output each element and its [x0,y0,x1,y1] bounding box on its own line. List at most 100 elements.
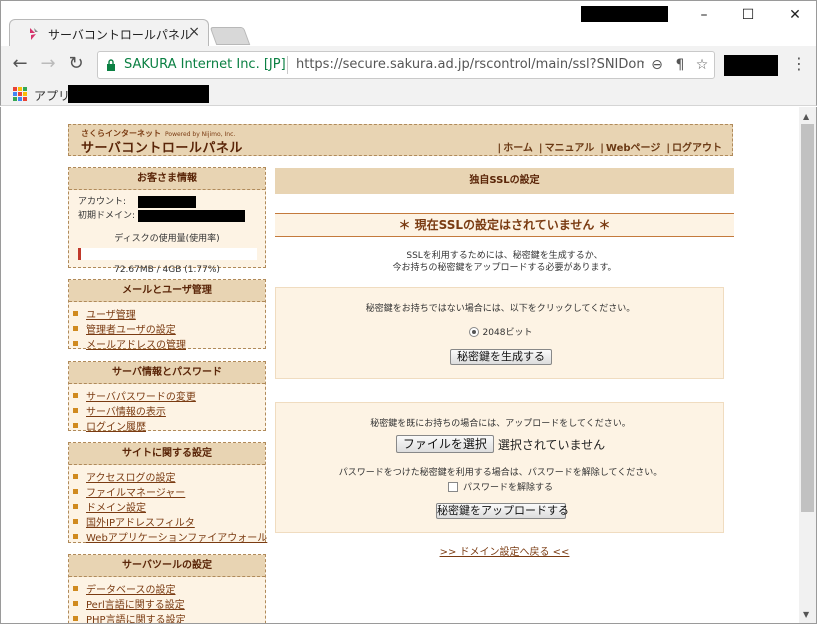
redacted-extension [724,55,778,76]
sidebar-item-label: 管理者ユーザの設定 [86,325,176,336]
sidebar-item-file-manager[interactable]: ファイルマネージャー [73,484,265,499]
redacted-account [138,196,196,208]
disk-usage-label: ディスクの使用量(使用率) [114,234,220,244]
minimize-button[interactable]: – [690,5,718,25]
account-row: アカウント: [69,195,265,209]
sidebar-item-waf[interactable]: Webアプリケーションファイアウォール [73,529,268,544]
sidebar-item-label: PHP言語に関する設定 [86,615,186,624]
upload-key-panel: 秘密鍵を既にお持ちの場合には、アップロードをしてください。 ファイルを選択 選択さ… [275,402,724,533]
account-label: アカウント: [78,197,127,207]
bullet-icon [73,408,78,413]
pin-icon[interactable]: ¶ [671,56,689,74]
bullet-icon [73,519,78,524]
page-viewport: ▲ ▼ さくらインターネット Powered by Nijimo, Inc. サー… [0,107,817,624]
header-link-home[interactable]: ホーム [498,139,533,154]
choose-file-button[interactable]: ファイルを選択 [395,435,494,453]
back-arrow-icon[interactable]: ← [10,55,30,75]
sidebar-item-login-history[interactable]: ログイン履歴 [73,418,265,433]
intro-line-2: 今お持ちの秘密鍵をアップロードする必要があります。 [392,263,617,273]
bullet-icon [73,616,78,621]
sidebar-section-tools: サーバツールの設定 データベースの設定 Perl言語に関する設定 PHP言語に関… [68,554,266,624]
password-unlock-label: パスワードを解除する [462,483,553,493]
bookmark-star-icon[interactable]: ☆ [693,56,711,74]
sidebar-item-label: ドメイン設定 [86,503,146,514]
generate-key-button[interactable]: 秘密鍵を生成する [450,349,552,365]
sidebar-section-title: メールとユーザ管理 [69,280,265,302]
bullet-icon [73,474,78,479]
sidebar-item-admin-user[interactable]: 管理者ユーザの設定 [73,321,265,336]
sidebar-item-mail-address[interactable]: メールアドレスの管理 [73,336,265,351]
header-link-manual[interactable]: マニュアル [539,139,595,154]
url-text[interactable]: https://secure.sakura.ad.jp/rscontrol/ma… [296,57,644,72]
vertical-scrollbar[interactable]: ▲ ▼ [799,107,816,623]
sidebar-item-label: ファイルマネージャー [86,488,186,499]
sidebar-item-label: サーバ情報の表示 [86,407,166,418]
radio-2048-label: 2048ビット [482,328,533,338]
bullet-icon [73,311,78,316]
redacted-profile [581,6,668,22]
reload-icon[interactable]: ↻ [66,55,86,75]
account-panel-title: お客さま情報 [69,168,265,190]
forward-arrow-icon[interactable]: → [38,55,58,75]
maximize-button[interactable]: ☐ [734,5,762,25]
sidebar-item-label: メールアドレスの管理 [86,340,186,351]
sidebar-item-label: ログイン履歴 [86,422,146,433]
sidebar-section-title: サイトに関する設定 [69,443,265,465]
tab-title: サーバコントロールパネル [48,28,192,42]
sidebar-section-title: サーバ情報とパスワード [69,362,265,384]
sidebar-item-php[interactable]: PHP言語に関する設定 [73,611,265,624]
apps-label[interactable]: アプリ [34,87,70,104]
sidebar-item-server-info[interactable]: サーバ情報の表示 [73,403,265,418]
browser-tab[interactable]: サーバコントロールパネル × [9,19,209,47]
brand-main: サーバコントロールパネル [81,141,243,156]
sidebar-section-title: サーバツールの設定 [69,555,265,577]
upload-key-button[interactable]: 秘密鍵をアップロードする [436,503,569,519]
close-window-button[interactable]: ✕ [781,5,809,25]
sidebar-section-site: サイトに関する設定 アクセスログの設定 ファイルマネージャー ドメイン設定 国外… [68,442,268,544]
bullet-icon [73,423,78,428]
sidebar-item-perl[interactable]: Perl言語に関する設定 [73,596,265,611]
menu-dots-icon[interactable]: ⋮ [791,56,807,72]
sidebar-item-user-management[interactable]: ユーザ管理 [73,306,265,321]
scroll-up-icon[interactable]: ▲ [803,112,809,121]
sidebar-item-ip-filter[interactable]: 国外IPアドレスフィルタ [73,514,265,529]
sidebar-item-domain-settings[interactable]: ドメイン設定 [73,499,265,514]
key-size-option[interactable]: 2048ビット [276,325,725,338]
bullet-icon [73,326,78,331]
back-to-domain-link[interactable]: >> ドメイン設定へ戻る << [275,543,734,558]
sidebar-item-label: サーバパスワードの変更 [86,392,196,403]
new-tab-button[interactable] [209,27,251,45]
site-identity: SAKURA Internet Inc. [JP] [124,57,286,72]
zoom-icon[interactable]: ⊖ [648,56,666,74]
sidebar-item-database[interactable]: データベースの設定 [73,581,265,596]
disk-usage-value: 72.67MB / 4GB (1.77%) [114,265,220,275]
intro-text: SSLを利用するためには、秘密鍵を生成するか、 今お持ちの秘密鍵をアップロードす… [275,250,734,274]
apps-grid-icon[interactable] [13,87,27,101]
tab-close-icon[interactable]: × [188,24,200,40]
disk-usage-fill [78,248,81,260]
sidebar-item-label: Webアプリケーションファイアウォール [86,533,268,544]
sidebar-item-access-log[interactable]: アクセスログの設定 [73,469,265,484]
omnibox-separator [287,56,288,74]
disk-usage-bar [78,248,257,260]
account-panel: お客さま情報 アカウント: 初期ドメイン: ディスクの使用量(使用率) 72.6… [68,167,266,275]
sidebar-item-change-password[interactable]: サーバパスワードの変更 [73,388,265,403]
header-link-webpage[interactable]: Webページ [600,139,660,154]
sidebar-item-label: 国外IPアドレスフィルタ [86,518,195,529]
header-link-logout[interactable]: ログアウト [666,139,722,154]
scroll-down-icon[interactable]: ▼ [803,610,809,619]
browser-titlebar: サーバコントロールパネル × – ☐ ✕ [0,0,817,47]
scroll-thumb[interactable] [801,124,814,512]
sidebar-item-label: ユーザ管理 [86,310,136,321]
browser-toolbar: ← → ↻ SAKURA Internet Inc. [JP] https://… [0,46,817,84]
password-unlock-checkbox[interactable] [447,482,458,492]
bullet-icon [73,586,78,591]
address-bar[interactable]: SAKURA Internet Inc. [JP] https://secure… [97,51,715,79]
generate-key-panel: 秘密鍵をお持ちではない場合には、以下をクリックしてください。 2048ビット 秘… [275,287,724,379]
password-unlock-option[interactable]: パスワードを解除する [276,480,725,493]
bullet-icon [73,341,78,346]
radio-2048-icon[interactable] [468,327,479,337]
bullet-icon [73,601,78,606]
redacted-domain [138,210,245,222]
bookmarks-bar: アプリ [0,84,817,106]
